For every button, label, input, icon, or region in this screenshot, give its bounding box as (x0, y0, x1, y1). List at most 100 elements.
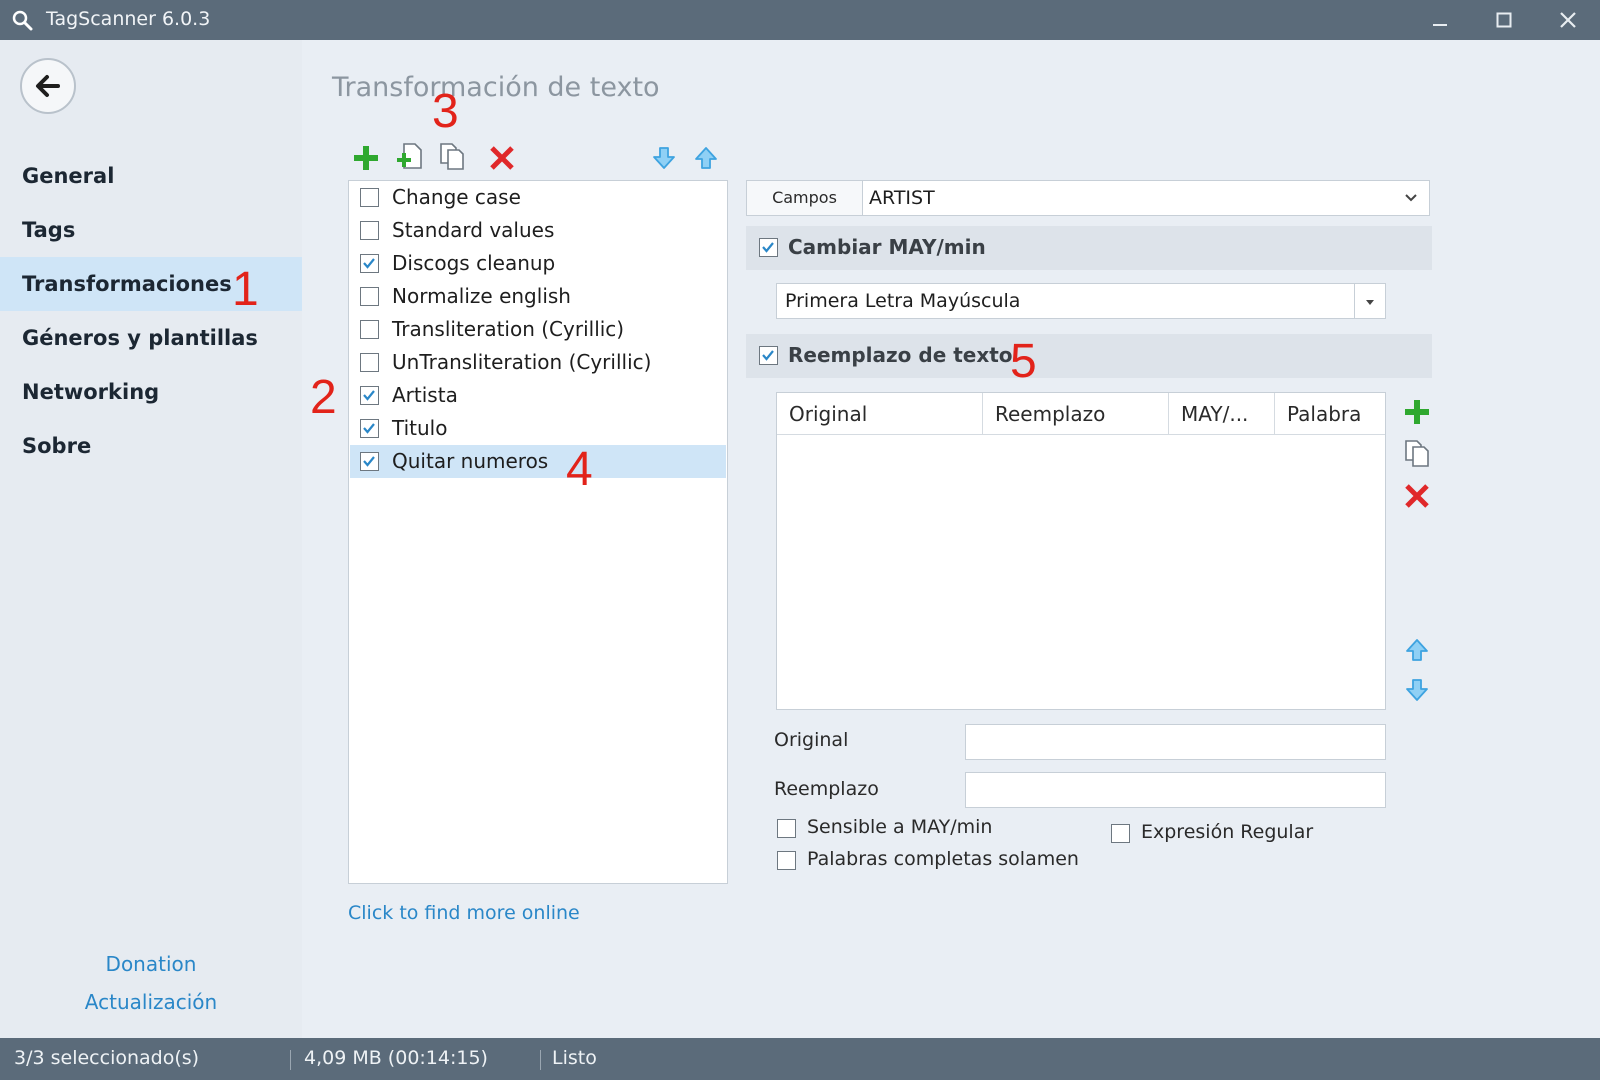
list-item[interactable]: Titulo (350, 412, 726, 445)
minimize-icon (1433, 24, 1447, 26)
checkbox[interactable] (360, 254, 379, 273)
sidebar-item-generos[interactable]: Géneros y plantillas (0, 311, 302, 365)
find-more-online-link[interactable]: Click to find more online (348, 902, 580, 924)
checkbox[interactable] (360, 452, 379, 471)
x-icon (1405, 484, 1429, 508)
move-down-button[interactable] (648, 142, 680, 174)
list-item-label: Titulo (392, 416, 448, 440)
list-item[interactable]: Standard values (350, 214, 726, 247)
x-icon (490, 146, 514, 170)
grid-header: Original Reemplazo MAY/... Palabra (777, 393, 1385, 435)
annotation-1: 1 (232, 263, 259, 316)
rule-move-down-button[interactable] (1400, 673, 1434, 707)
caret-down-icon (1366, 300, 1374, 305)
annotation-3: 3 (432, 85, 459, 138)
list-item[interactable]: Transliteration (Cyrillic) (350, 313, 726, 346)
regex-label: Expresión Regular (1141, 821, 1314, 843)
donation-link[interactable]: Donation (0, 952, 302, 976)
dropdown-separator (1354, 284, 1355, 318)
checkbox[interactable] (360, 221, 379, 240)
checkbox[interactable] (360, 386, 379, 405)
replacement-label: Reemplazo (774, 778, 879, 800)
list-item-label: Normalize english (392, 284, 571, 308)
check-icon (363, 456, 375, 467)
sidebar-item-general[interactable]: General (0, 149, 302, 203)
window-title: TagScanner 6.0.3 (46, 8, 211, 30)
text-replace-checkbox[interactable] (759, 346, 778, 365)
size-status: 4,09 MB (00:14:15) (304, 1047, 488, 1069)
plus-icon (354, 146, 378, 170)
copy-icon (1405, 440, 1429, 467)
move-up-button[interactable] (690, 142, 722, 174)
page-title: Transformación de texto (332, 72, 660, 103)
delete-rule-button[interactable] (1400, 479, 1434, 513)
check-icon (762, 242, 774, 253)
case-mode-value: Primera Letra Mayúscula (785, 290, 1021, 312)
replace-section-header: Reemplazo de texto (746, 334, 1432, 378)
add-file-icon (397, 143, 422, 169)
column-replacement[interactable]: Reemplazo (983, 393, 1169, 435)
add-transform-button[interactable] (350, 142, 382, 174)
whole-words-checkbox[interactable] (777, 851, 796, 870)
back-button[interactable] (20, 58, 76, 114)
close-button[interactable] (1548, 4, 1588, 36)
replace-section-label: Reemplazo de texto (788, 343, 1013, 367)
app-search-icon (12, 10, 33, 31)
fields-value: ARTIST (869, 187, 935, 209)
list-item[interactable]: Normalize english (350, 280, 726, 313)
list-item[interactable]: Artista (350, 379, 726, 412)
list-item-label: Standard values (392, 218, 555, 242)
list-item-label: Discogs cleanup (392, 251, 556, 275)
selection-status: 3/3 seleccionado(s) (14, 1047, 200, 1069)
chevron-down-icon (1405, 194, 1417, 202)
sidebar-item-sobre[interactable]: Sobre (0, 419, 302, 473)
list-item[interactable]: Discogs cleanup (350, 247, 726, 280)
add-rule-button[interactable] (1400, 395, 1434, 429)
column-original[interactable]: Original (777, 393, 983, 435)
list-item[interactable]: Change case (350, 181, 726, 214)
status-divider (290, 1050, 291, 1070)
list-item-selected[interactable]: Quitar numeros (350, 445, 726, 478)
annotation-2: 2 (310, 371, 337, 424)
transforms-list[interactable]: Change case Standard values Discogs clea… (348, 180, 728, 884)
annotation-4: 4 (566, 443, 593, 496)
column-word[interactable]: Palabra (1275, 393, 1385, 435)
list-item-label: Quitar numeros (392, 449, 549, 473)
column-case[interactable]: MAY/... (1169, 393, 1275, 435)
checkbox[interactable] (360, 353, 379, 372)
checkbox[interactable] (360, 287, 379, 306)
case-section-label: Cambiar MAY/min (788, 235, 986, 259)
whole-words-label: Palabras completas solamen (807, 848, 1079, 870)
list-item-label: Change case (392, 185, 521, 209)
copy-rule-button[interactable] (1400, 436, 1434, 470)
copy-icon (440, 143, 464, 170)
maximize-button[interactable] (1484, 4, 1524, 36)
status-divider (540, 1050, 541, 1070)
checkbox[interactable] (360, 188, 379, 207)
case-change-checkbox[interactable] (759, 238, 778, 257)
sidebar-item-tags[interactable]: Tags (0, 203, 302, 257)
list-item[interactable]: UnTransliteration (Cyrillic) (350, 346, 726, 379)
regex-checkbox[interactable] (1111, 824, 1130, 843)
original-input[interactable] (965, 724, 1386, 760)
list-item-label: UnTransliteration (Cyrillic) (392, 350, 652, 374)
minimize-button[interactable] (1420, 4, 1460, 36)
checkbox[interactable] (360, 320, 379, 339)
check-icon (363, 423, 375, 434)
update-link[interactable]: Actualización (0, 990, 302, 1014)
checkbox[interactable] (360, 419, 379, 438)
rule-move-up-button[interactable] (1400, 633, 1434, 667)
case-sensitive-checkbox[interactable] (777, 819, 796, 838)
new-from-file-button[interactable] (394, 140, 426, 172)
replacement-input[interactable] (965, 772, 1386, 808)
case-mode-dropdown[interactable]: Primera Letra Mayúscula (776, 283, 1386, 319)
delete-transform-button[interactable] (486, 142, 518, 174)
fields-selector[interactable]: Campos ARTIST (746, 180, 1430, 216)
list-item-label: Artista (392, 383, 458, 407)
check-icon (363, 258, 375, 269)
replacement-grid[interactable]: Original Reemplazo MAY/... Palabra (776, 392, 1386, 710)
arrow-down-icon (1406, 679, 1428, 701)
title-bar: TagScanner 6.0.3 (0, 0, 1600, 40)
sidebar-item-networking[interactable]: Networking (0, 365, 302, 419)
copy-transform-button[interactable] (436, 140, 468, 172)
